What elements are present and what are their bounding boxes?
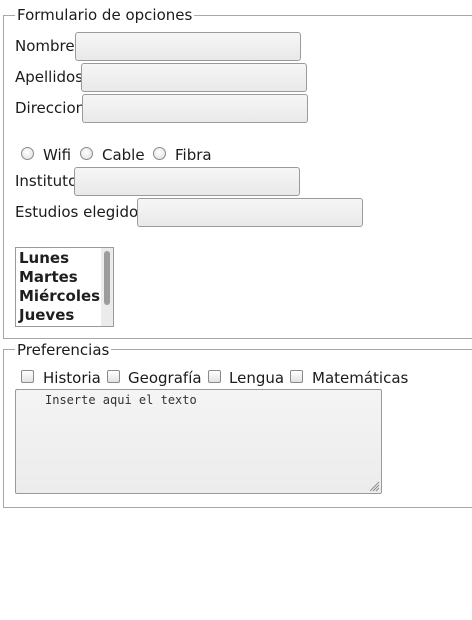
wifi-label: Wifi [43, 146, 72, 164]
instituto-input[interactable] [74, 167, 300, 196]
cable-label: Cable [102, 146, 145, 164]
list-option-miercoles[interactable]: Miércoles [19, 287, 100, 306]
preferences-legend: Preferencias [15, 341, 112, 359]
geografia-checkbox[interactable] [107, 370, 120, 383]
instituto-label: Instituto [15, 172, 78, 190]
direccion-label: Direccion [15, 99, 86, 117]
nombre-label: Nombre [15, 37, 75, 55]
list-option-lunes[interactable]: Lunes [19, 249, 69, 268]
fibra-radio[interactable] [153, 147, 166, 160]
apellidos-label: Apellidos [15, 68, 84, 86]
fibra-label: Fibra [175, 146, 212, 164]
historia-label: Historia [43, 369, 101, 387]
resize-grip-icon[interactable] [368, 480, 380, 492]
listbox-scrollbar[interactable] [101, 248, 113, 326]
nombre-input[interactable] [75, 32, 301, 61]
historia-checkbox[interactable] [21, 370, 34, 383]
list-option-jueves[interactable]: Jueves [19, 306, 74, 325]
listbox-scroll-thumb[interactable] [104, 251, 110, 305]
apellidos-input[interactable] [81, 63, 307, 92]
options-form-legend: Formulario de opciones [15, 6, 195, 24]
textarea-content: Inserte aqui el texto [45, 393, 197, 407]
wifi-radio[interactable] [21, 147, 34, 160]
cable-radio[interactable] [80, 147, 93, 160]
lengua-label: Lengua [229, 369, 285, 387]
days-listbox[interactable]: Lunes Martes Miércoles Jueves [15, 247, 114, 327]
list-option-martes[interactable]: Martes [19, 268, 78, 287]
estudios-input[interactable] [137, 198, 363, 227]
lengua-checkbox[interactable] [208, 370, 221, 383]
estudios-label: Estudios elegidos [15, 203, 146, 221]
matematicas-label: Matemáticas [312, 369, 409, 387]
geografia-label: Geografía [128, 369, 202, 387]
comments-textarea[interactable]: Inserte aqui el texto [15, 389, 382, 494]
direccion-input[interactable] [82, 94, 308, 123]
matematicas-checkbox[interactable] [290, 370, 303, 383]
